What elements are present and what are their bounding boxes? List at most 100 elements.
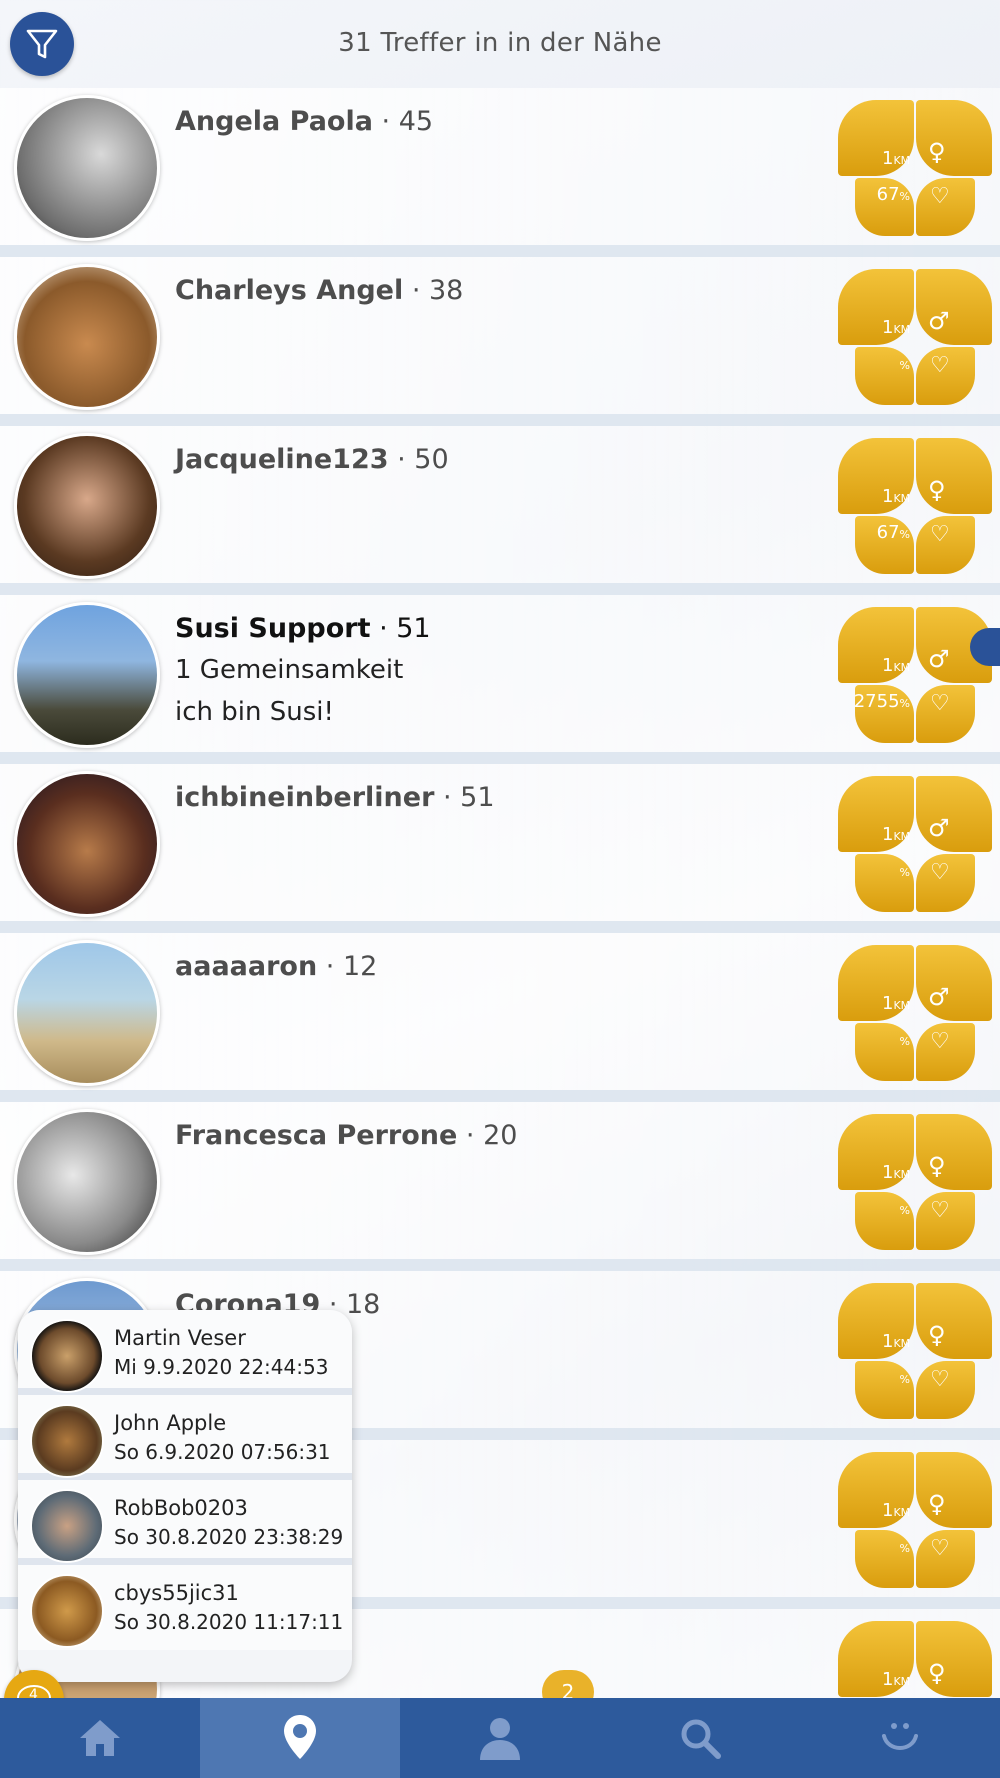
profile-subline: 1 Gemeinsamkeit [175, 655, 404, 685]
distance-value: 1KM [882, 1669, 911, 1690]
chat-item[interactable]: cbys55jic31 So 30.8.2020 11:17:11 [18, 1565, 352, 1650]
chat-contact-name: Martin Veser [114, 1326, 246, 1350]
smiley-icon [882, 1723, 918, 1750]
chat-contact-name: RobBob0203 [114, 1496, 248, 1520]
profile-name: Angela Paola [175, 106, 373, 137]
profile-subline: ich bin Susi! [175, 697, 334, 727]
profile-name-line: Susi Support · 51 [175, 613, 431, 644]
distance-value: 1KM [882, 148, 911, 169]
match-value: 67% [876, 522, 910, 543]
heart-icon[interactable]: ♡ [930, 691, 950, 716]
profile-row[interactable]: Francesca Perrone · 20 1KM ♀ % ♡ [0, 1102, 1000, 1271]
heart-icon[interactable]: ♡ [930, 1536, 950, 1561]
profile-icon [480, 1718, 520, 1760]
chat-avatar [30, 1489, 104, 1563]
profile-row[interactable]: Angela Paola · 45 1KM ♀ 67% ♡ [0, 88, 1000, 257]
profile-age: · 20 [465, 1120, 518, 1151]
gender-icon: ♀ [928, 476, 946, 504]
profile-avatar[interactable] [14, 433, 160, 579]
match-value: % [899, 1204, 910, 1217]
heart-icon[interactable]: ♡ [930, 522, 950, 547]
profile-avatar[interactable] [14, 771, 160, 917]
chat-item[interactable]: Martin Veser Mi 9.9.2020 22:44:53 [18, 1310, 352, 1395]
chat-avatar [30, 1574, 104, 1648]
nav-nearby[interactable] [200, 1698, 400, 1778]
heart-icon[interactable]: ♡ [930, 860, 950, 885]
match-butterfly-badge[interactable]: 1KM ♂ 2755% ♡ [838, 607, 994, 743]
profile-age: · 51 [442, 782, 495, 813]
match-butterfly-badge[interactable]: 1KM ♀ 67% ♡ [838, 100, 994, 236]
gender-icon: ♀ [928, 1490, 946, 1518]
gender-icon: ♀ [928, 1152, 946, 1180]
nav-search[interactable] [600, 1698, 800, 1778]
match-value: % [899, 1035, 910, 1048]
heart-icon[interactable]: ♡ [930, 1198, 950, 1223]
profile-row[interactable]: Jacqueline123 · 50 1KM ♀ 67% ♡ [0, 426, 1000, 595]
profile-name-line: ichbineinberliner · 51 [175, 782, 495, 813]
heart-icon[interactable]: ♡ [930, 184, 950, 209]
distance-value: 1KM [882, 1500, 911, 1521]
profile-name: ichbineinberliner [175, 782, 435, 813]
match-butterfly-badge[interactable]: 1KM ♂ % ♡ [838, 269, 994, 405]
distance-value: 1KM [882, 993, 911, 1014]
heart-icon[interactable]: ♡ [930, 1367, 950, 1392]
gender-icon: ♂ [928, 814, 950, 842]
match-value: % [899, 359, 910, 372]
chat-contact-name: cbys55jic31 [114, 1581, 239, 1605]
profile-name-line: aaaaaron · 12 [175, 951, 377, 982]
profile-age: · 51 [379, 613, 431, 644]
chat-timestamp: So 30.8.2020 23:38:29 [114, 1525, 344, 1549]
gender-icon: ♂ [928, 645, 950, 673]
nav-matches[interactable] [800, 1698, 1000, 1778]
match-butterfly-badge[interactable]: 1KM ♂ % ♡ [838, 776, 994, 912]
match-butterfly-badge[interactable]: 1KM ♀ % ♡ [838, 1114, 994, 1250]
profile-avatar[interactable] [14, 264, 160, 410]
profile-avatar[interactable] [14, 95, 160, 241]
profile-row[interactable]: Charleys Angel · 38 1KM ♂ % ♡ [0, 257, 1000, 426]
results-title: 31 Treffer in in der Nähe [338, 28, 662, 58]
distance-value: 1KM [882, 1162, 911, 1183]
match-butterfly-badge[interactable]: 1KM ♂ % ♡ [838, 945, 994, 1081]
match-butterfly-badge[interactable]: 1KM ♀ 67% ♡ [838, 438, 994, 574]
match-butterfly-badge[interactable]: 1KM ♀ % ♡ [838, 1283, 994, 1419]
profile-name: Charleys Angel [175, 275, 404, 306]
search-icon [681, 1719, 721, 1759]
distance-value: 1KM [882, 1331, 911, 1352]
gender-icon: ♀ [928, 1659, 946, 1687]
chat-item[interactable]: RobBob0203 So 30.8.2020 23:38:29 [18, 1480, 352, 1565]
heart-icon[interactable]: ♡ [930, 353, 950, 378]
profile-age: · 12 [325, 951, 378, 982]
profile-row[interactable]: Susi Support · 51 1 Gemeinsamkeit ich bin … [0, 595, 1000, 764]
match-value: 2755% [853, 691, 910, 712]
distance-value: 1KM [882, 655, 911, 676]
bottom-navigation [0, 1698, 1000, 1778]
profile-row[interactable]: aaaaaron · 12 1KM ♂ % ♡ [0, 933, 1000, 1102]
heart-icon[interactable]: ♡ [930, 1029, 950, 1054]
profile-avatar[interactable] [14, 602, 160, 748]
profile-name-line: Francesca Perrone · 20 [175, 1120, 517, 1151]
profile-avatar[interactable] [14, 940, 160, 1086]
profile-name: Jacqueline123 [175, 444, 389, 475]
chat-contact-name: John Apple [114, 1411, 227, 1435]
filter-icon [26, 29, 58, 59]
nav-home[interactable] [0, 1698, 200, 1778]
profile-name-line: Jacqueline123 · 50 [175, 444, 449, 475]
gender-icon: ♂ [928, 983, 950, 1011]
filter-button[interactable] [10, 12, 74, 76]
profile-age: · 45 [381, 106, 434, 137]
chat-avatar [30, 1404, 104, 1478]
profile-row[interactable]: ichbineinberliner · 51 1KM ♂ % ♡ [0, 764, 1000, 933]
chat-timestamp: So 30.8.2020 11:17:11 [114, 1610, 344, 1634]
profile-avatar[interactable] [14, 1109, 160, 1255]
chat-avatar [30, 1319, 104, 1393]
match-butterfly-badge[interactable]: 1KM ♀ % ♡ [838, 1452, 994, 1588]
distance-value: 1KM [882, 824, 911, 845]
match-value: % [899, 1542, 910, 1555]
gender-icon: ♂ [928, 307, 950, 335]
chat-item[interactable]: John Apple So 6.9.2020 07:56:31 [18, 1395, 352, 1480]
profile-age: · 50 [397, 444, 449, 475]
nav-profile[interactable] [400, 1698, 600, 1778]
side-drawer-handle[interactable] [970, 628, 1000, 666]
chat-timestamp: So 6.9.2020 07:56:31 [114, 1440, 331, 1464]
match-value: 67% [876, 184, 910, 205]
